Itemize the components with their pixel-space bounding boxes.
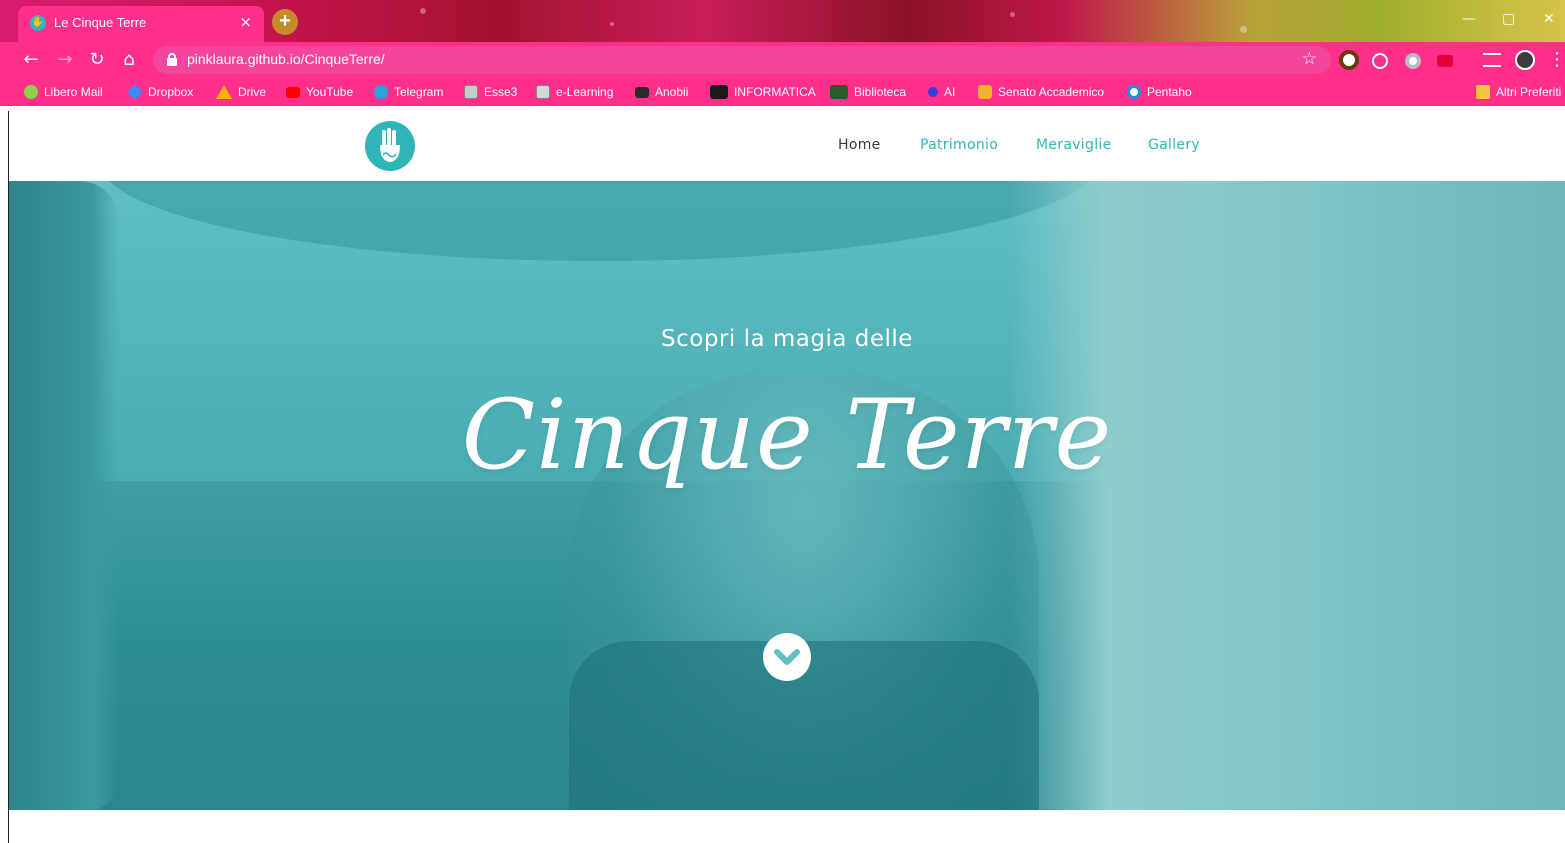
bookmark-item[interactable]: Esse3: [464, 83, 517, 101]
reload-icon[interactable]: ↻: [86, 49, 108, 71]
forward-icon[interactable]: →: [54, 49, 76, 71]
hero-subtitle: Scopri la magia delle: [661, 326, 913, 352]
hero-banner: Scopri la magia delle Cinque Terre: [9, 181, 1565, 810]
folder-icon: [1476, 85, 1490, 99]
pentaho-icon: [1127, 85, 1141, 99]
bookmark-item[interactable]: Anobii: [635, 83, 688, 101]
libero-icon: [24, 85, 38, 99]
extension-record-icon[interactable]: [1405, 53, 1421, 69]
media-queue-icon[interactable]: [1483, 53, 1501, 67]
esse3-icon: [464, 85, 478, 99]
biblioteca-icon: [830, 85, 848, 99]
home-icon[interactable]: ⌂: [118, 49, 140, 71]
bookmark-item[interactable]: Dropbox: [127, 83, 193, 101]
extension-camera-icon[interactable]: [1339, 50, 1359, 70]
site-logo[interactable]: [365, 121, 415, 171]
profile-avatar[interactable]: [1515, 50, 1535, 70]
hero-background-arch: [99, 181, 1099, 261]
informatica-icon: [710, 85, 728, 99]
anobii-icon: [635, 86, 649, 98]
new-tab-button[interactable]: +: [272, 9, 298, 35]
bookmark-item[interactable]: YouTube: [286, 83, 353, 101]
chevron-down-icon: [774, 649, 800, 665]
address-bar[interactable]: pinklaura.github.io/CinqueTerre/ ☆: [153, 46, 1331, 74]
browser-toolbar: ← → ↻ ⌂ pinklaura.github.io/CinqueTerre/…: [0, 42, 1565, 78]
bookmark-item[interactable]: AI: [928, 83, 955, 101]
scroll-down-button[interactable]: [763, 633, 811, 681]
minimize-icon[interactable]: —: [1462, 11, 1476, 27]
lock-icon: [167, 53, 177, 66]
extension-youtube-icon[interactable]: [1437, 55, 1453, 67]
back-icon[interactable]: ←: [20, 49, 42, 71]
bookmark-item[interactable]: Senato Accademico: [978, 83, 1104, 101]
hero-title: Cinque Terre: [461, 379, 1113, 491]
maximize-icon[interactable]: ▢: [1502, 11, 1515, 27]
dropbox-icon: [127, 84, 143, 100]
bookmark-item[interactable]: INFORMATICA: [710, 83, 816, 101]
hand-logo-icon: [380, 128, 400, 162]
menu-dots-icon[interactable]: ⋮: [1548, 49, 1565, 71]
youtube-icon: [286, 86, 300, 98]
close-window-icon[interactable]: ✕: [1543, 11, 1555, 27]
bookmark-star-icon[interactable]: ☆: [1302, 49, 1317, 69]
bookmark-item[interactable]: Pentaho: [1127, 83, 1192, 101]
browser-tab[interactable]: ✋ Le Cinque Terre ×: [18, 6, 264, 42]
close-tab-icon[interactable]: ×: [239, 13, 252, 31]
drive-icon: [216, 85, 232, 99]
bookmark-item[interactable]: Libero Mail: [24, 83, 103, 101]
tab-title: Le Cinque Terre: [54, 15, 147, 30]
other-bookmarks-folder[interactable]: Altri Preferiti: [1476, 83, 1561, 101]
extension-glasses-icon[interactable]: [1372, 53, 1388, 69]
bookmark-item[interactable]: Telegram: [374, 83, 443, 101]
ai-icon: [928, 87, 938, 97]
browser-chrome: ✋ Le Cinque Terre × + — ▢ ✕ ← → ↻ ⌂ pink…: [0, 0, 1565, 111]
nav-meraviglie[interactable]: Meraviglie: [1036, 137, 1111, 153]
bookmarks-bar: Libero Mail Dropbox Drive YouTube Telegr…: [0, 78, 1565, 106]
senato-icon: [978, 85, 992, 99]
bookmark-item[interactable]: Biblioteca: [830, 83, 906, 101]
url-text: pinklaura.github.io/CinqueTerre/: [187, 51, 385, 67]
bookmark-item[interactable]: e-Learning: [536, 83, 613, 101]
site-header: Home Patrimonio Meraviglie Gallery: [9, 111, 1565, 181]
nav-gallery[interactable]: Gallery: [1148, 137, 1200, 153]
web-page: Home Patrimonio Meraviglie Gallery Scopr…: [9, 111, 1565, 843]
elearning-icon: [536, 85, 550, 99]
title-bar: ✋ Le Cinque Terre × + — ▢ ✕: [0, 0, 1565, 42]
site-favicon-icon: ✋: [30, 15, 46, 31]
nav-home[interactable]: Home: [838, 137, 881, 153]
telegram-icon: [374, 85, 388, 99]
hero-background-rock-right: [1009, 181, 1565, 810]
hero-background-rock-left: [9, 181, 119, 810]
nav-patrimonio[interactable]: Patrimonio: [920, 137, 998, 153]
bookmark-item[interactable]: Drive: [216, 83, 266, 101]
